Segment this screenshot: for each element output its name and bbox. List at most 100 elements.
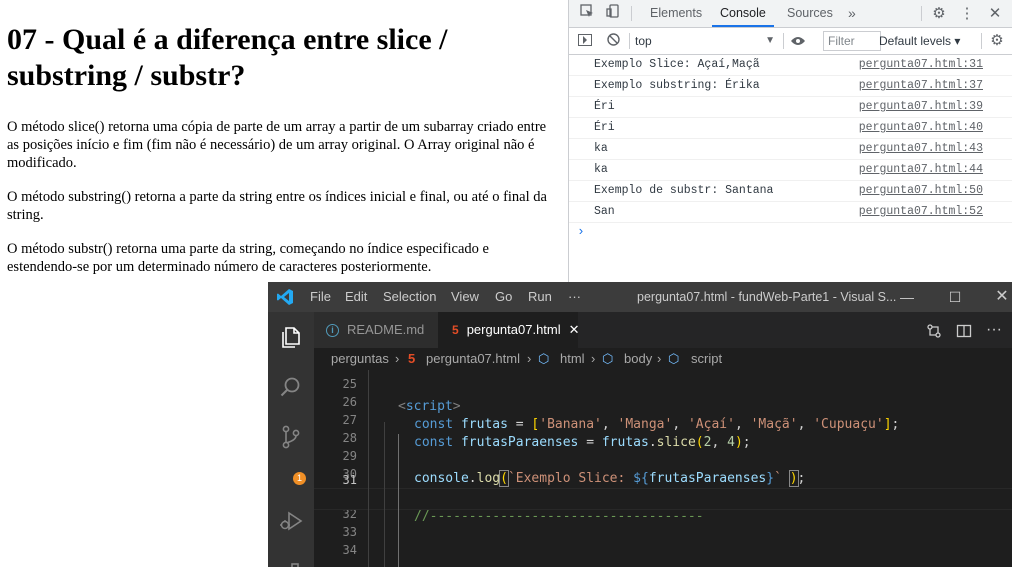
line-number: 31: [342, 473, 357, 487]
tab-elements[interactable]: Elements: [650, 0, 702, 27]
menu-selection[interactable]: Selection: [383, 282, 436, 312]
close-window-button[interactable]: ✕: [982, 282, 1012, 312]
symbol-cube-icon: ⬡: [668, 351, 680, 366]
console-message-text: Exemplo substring: Érika: [594, 79, 760, 92]
console-settings-gear-icon[interactable]: ⚙: [987, 28, 1007, 54]
more-options-icon[interactable]: ⋮: [957, 0, 977, 27]
console-prompt[interactable]: ›: [569, 223, 1012, 241]
line-number: 34: [342, 543, 357, 557]
chevron-right-icon: ›: [657, 351, 662, 366]
page-heading: 07 - Qual é a diferença entre slice / su…: [7, 23, 448, 92]
clear-console-icon[interactable]: [603, 28, 623, 54]
menu-more[interactable]: ···: [568, 282, 581, 312]
explorer-files-icon[interactable]: [278, 324, 304, 350]
console-message: ka pergunta07.html:43: [569, 139, 1012, 160]
menu-run[interactable]: Run: [528, 282, 552, 312]
symbol-cube-icon: ⬡: [602, 351, 614, 366]
console-source-link[interactable]: pergunta07.html:52: [859, 202, 983, 222]
paragraph-substr: O método substr() retorna uma parte da s…: [7, 241, 489, 275]
console-message: Exemplo de substr: Santana pergunta07.htm…: [569, 181, 1012, 202]
run-debug-icon[interactable]: [278, 508, 304, 534]
breadcrumb-file[interactable]: pergunta07.html: [426, 348, 520, 370]
maximize-button[interactable]: ☐: [935, 282, 975, 312]
split-editor-icon[interactable]: [956, 312, 972, 348]
settings-gear-icon[interactable]: ⚙: [929, 0, 949, 27]
current-line-highlight: [314, 488, 1012, 510]
breadcrumb-script[interactable]: script: [691, 348, 722, 370]
device-toolbar-icon[interactable]: [603, 0, 623, 27]
console-source-link[interactable]: pergunta07.html:50: [859, 181, 983, 201]
line-number: 27: [342, 413, 357, 427]
chevron-right-icon: ›: [395, 351, 400, 366]
code-line-29: const frutasParaenses = frutas.slice(2, …: [414, 435, 751, 450]
console-message: Éri pergunta07.html:40: [569, 118, 1012, 139]
more-tabs-button[interactable]: »: [848, 0, 856, 27]
devtools-panel: Elements Console Sources » ⚙ ⋮ ✕ top ▼ D…: [568, 0, 1012, 282]
breadcrumb-html[interactable]: html: [560, 348, 585, 370]
inspect-element-icon[interactable]: [577, 0, 597, 27]
minimize-button[interactable]: —: [887, 282, 927, 312]
line-number: 25: [342, 377, 357, 391]
console-message-text: Éri: [594, 121, 615, 134]
line-number: 29: [342, 449, 357, 463]
console-source-link[interactable]: pergunta07.html:31: [859, 55, 983, 75]
code-line-28: const frutas = ['Banana', 'Manga', 'Açaí…: [414, 417, 900, 432]
symbol-cube-icon: ⬡: [538, 351, 550, 366]
line-number: 28: [342, 431, 357, 445]
html5-file-icon: 5: [408, 351, 416, 366]
tab-pergunta07[interactable]: 5 pergunta07.html ✕: [438, 312, 580, 348]
console-source-link[interactable]: pergunta07.html:39: [859, 97, 983, 117]
filter-input[interactable]: [823, 31, 881, 51]
code-line-31: console.log(`Exemplo Slice: ${frutasPara…: [414, 470, 806, 487]
open-changes-icon[interactable]: [926, 312, 942, 348]
code-editor[interactable]: <script> const frutas = ['Banana', 'Mang…: [314, 370, 1012, 567]
more-actions-icon[interactable]: ···: [986, 312, 1002, 348]
menu-edit[interactable]: Edit: [345, 282, 367, 312]
console-source-link[interactable]: pergunta07.html:40: [859, 118, 983, 138]
live-expression-eye-icon[interactable]: [787, 28, 809, 54]
chevron-right-icon: ›: [591, 351, 596, 366]
menu-view[interactable]: View: [451, 282, 479, 312]
console-source-link[interactable]: pergunta07.html:37: [859, 76, 983, 96]
context-select[interactable]: top ▼: [635, 32, 775, 50]
chevron-right-icon: ›: [527, 351, 532, 366]
editor-tabbar: i README.md 5 pergunta07.html ✕ ···: [314, 312, 1012, 348]
breadcrumb-folder[interactable]: perguntas: [331, 348, 389, 370]
html5-file-icon: 5: [452, 323, 459, 337]
tab-readme-label: README.md: [347, 322, 425, 337]
breadcrumb-body[interactable]: body: [624, 348, 652, 370]
line-number: 26: [342, 395, 357, 409]
console-message-text: Exemplo Slice: Açaí,Maçã: [594, 58, 760, 71]
extensions-icon[interactable]: [278, 560, 304, 567]
close-tab-icon[interactable]: ✕: [569, 322, 580, 337]
code-line-27: <script>: [398, 399, 461, 414]
tab-sources[interactable]: Sources: [787, 0, 833, 27]
close-devtools-icon[interactable]: ✕: [985, 0, 1005, 27]
tab-pergunta07-label: pergunta07.html: [466, 322, 561, 337]
console-message-text: Exemplo de substr: Santana: [594, 184, 774, 197]
console-message: Exemplo substring: Érika pergunta07.html:…: [569, 76, 1012, 97]
console-message: San pergunta07.html:52: [569, 202, 1012, 223]
menu-file[interactable]: File: [310, 282, 331, 312]
vscode-window: File Edit Selection View Go Run ··· perg…: [268, 282, 1012, 567]
line-number-gutter: 25 26 27 28 29 30 31 32 33 34: [314, 370, 360, 567]
search-icon[interactable]: [278, 374, 304, 400]
window-title: pergunta07.html - fundWeb-Parte1 - Visua…: [637, 290, 897, 304]
console-source-link[interactable]: pergunta07.html:44: [859, 160, 983, 180]
paragraph-slice: O método slice() retorna uma cópia de pa…: [7, 119, 547, 171]
console-message-text: ka: [594, 163, 608, 176]
log-levels-dropdown[interactable]: Default levels ▾: [879, 32, 960, 50]
console-message: ka pergunta07.html:44: [569, 160, 1012, 181]
sidebar-toggle-icon[interactable]: [575, 28, 595, 54]
console-messages: Exemplo Slice: Açaí,Maçã pergunta07.html:…: [569, 55, 1012, 241]
title-bar: File Edit Selection View Go Run ··· perg…: [268, 282, 1012, 312]
paragraph-substring: O método substring() retorna a parte da …: [7, 189, 547, 223]
tab-console[interactable]: Console: [712, 0, 774, 27]
console-source-link[interactable]: pergunta07.html:43: [859, 139, 983, 159]
source-control-icon[interactable]: [278, 424, 304, 450]
tab-readme[interactable]: i README.md: [314, 312, 438, 348]
source-control-badge: 1: [293, 472, 306, 485]
console-message-text: Éri: [594, 100, 615, 113]
code-line-33: //-----------------------------------: [414, 509, 704, 524]
menu-go[interactable]: Go: [495, 282, 512, 312]
